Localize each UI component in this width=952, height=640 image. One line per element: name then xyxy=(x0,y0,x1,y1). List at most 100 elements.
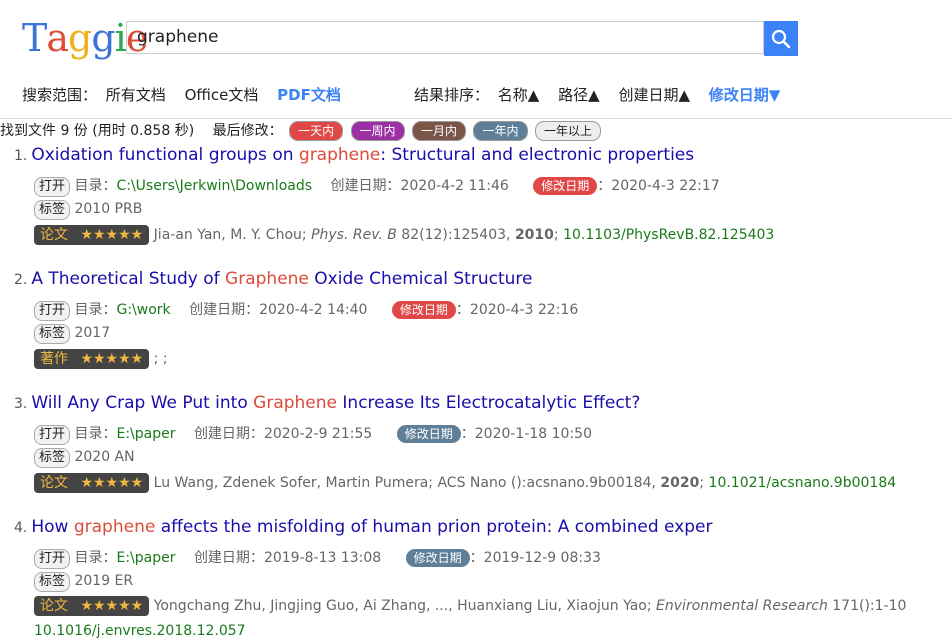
tags-button[interactable]: 标签 xyxy=(34,324,71,344)
authors: Lu Wang, Zdenek Sofer, Martin Pumera; AC… xyxy=(153,475,661,491)
title-highlight: graphene xyxy=(298,145,381,165)
journal: Environmental Research xyxy=(656,598,828,614)
result-title[interactable]: 3. Will Any Crap We Put into Graphene Inc… xyxy=(14,393,640,413)
tags-button[interactable]: 标签 xyxy=(34,200,71,220)
result-number: 1. xyxy=(14,148,28,164)
result-number: 4. xyxy=(14,520,28,536)
sort-label: 结果排序： xyxy=(414,86,490,104)
modified-badge: 修改日期 xyxy=(533,177,598,195)
search-icon xyxy=(771,29,791,49)
sort-created[interactable]: 创建日期▲ xyxy=(618,86,690,104)
tags-value: 2017 xyxy=(74,325,111,341)
title-text: Oxide Chemical Structure xyxy=(308,269,533,289)
created-label: 创建日期： xyxy=(189,302,260,318)
modified-value: 2020-1-18 10:50 xyxy=(474,426,592,442)
title-highlight: graphene xyxy=(73,517,156,537)
filter-month[interactable]: 一月内 xyxy=(412,121,467,141)
star-rating[interactable]: ★★★★★ xyxy=(80,475,143,491)
found-count: 找到文件 9 份 (用时 0.858 秒) xyxy=(0,123,195,139)
logo-letter: i xyxy=(114,16,127,60)
result-title[interactable]: 2. A Theoretical Study of Graphene Oxide … xyxy=(14,269,532,289)
sort-modified[interactable]: 修改日期▼ xyxy=(709,86,781,104)
logo-letter: g xyxy=(91,16,115,60)
dir-label: 目录： xyxy=(74,550,117,566)
star-rating[interactable]: ★★★★★ xyxy=(80,227,143,243)
doi-link[interactable]: 10.1016/j.envres.2018.12.057 xyxy=(34,623,246,639)
authors: Yongchang Zhu, Jingjing Guo, Ai Zhang, .… xyxy=(153,598,657,614)
result-title[interactable]: 4. How graphene affects the misfolding of… xyxy=(14,517,713,537)
doc-type: 著作 xyxy=(40,351,68,367)
dir-path[interactable]: E:\paper xyxy=(116,550,175,566)
tags-button[interactable]: 标签 xyxy=(34,572,71,592)
scope-pdf-docs[interactable]: PDF文档 xyxy=(277,86,341,104)
doc-type-rating: 论文 ★★★★★ xyxy=(34,596,150,616)
created-label: 创建日期： xyxy=(193,426,264,442)
year: 2020 xyxy=(660,475,700,491)
colon: ： xyxy=(597,178,612,194)
dir-path[interactable]: C:\Users\Jerkwin\Downloads xyxy=(116,178,312,194)
title-highlight: Graphene xyxy=(225,269,309,289)
modified-value: 2020-4-3 22:16 xyxy=(469,302,579,318)
year: 2010 xyxy=(514,227,554,243)
title-text: A Theoretical Study of xyxy=(31,269,226,289)
tags-value: 2020 AN xyxy=(74,449,135,465)
dir-label: 目录： xyxy=(74,178,117,194)
filter-year[interactable]: 一年内 xyxy=(473,121,528,141)
result-title[interactable]: 1. Oxidation functional groups on graphen… xyxy=(14,145,694,165)
search-input[interactable]: graphene xyxy=(126,21,764,54)
logo-letter: T xyxy=(22,16,47,60)
scope-all-docs[interactable]: 所有文档 xyxy=(106,86,166,104)
created-label: 创建日期： xyxy=(330,178,401,194)
title-text: Increase Its Electrocatalytic Effect? xyxy=(337,393,641,413)
modified-value: 2019-12-9 08:33 xyxy=(483,550,601,566)
tags-value: 2010 PRB xyxy=(74,201,143,217)
created-value: 2020-4-2 11:46 xyxy=(400,178,509,194)
doi-link[interactable]: 10.1103/PhysRevB.82.125403 xyxy=(563,227,774,243)
search-button[interactable] xyxy=(764,21,798,56)
volume: 171():1-10 xyxy=(827,598,907,614)
doc-type-rating: 著作 ★★★★★ xyxy=(34,349,150,369)
scope-bar: 搜索范围： 所有文档 Office文档 PDF文档 xyxy=(22,84,355,105)
dir-path[interactable]: G:\work xyxy=(116,302,170,318)
filter-week[interactable]: 一周内 xyxy=(350,121,405,141)
star-rating[interactable]: ★★★★★ xyxy=(80,598,143,614)
tags-button[interactable]: 标签 xyxy=(34,448,71,468)
dir-path[interactable]: E:\paper xyxy=(116,426,175,442)
sort-bar: 结果排序： 名称▲ 路径▲ 创建日期▲ 修改日期▼ xyxy=(414,84,794,105)
doc-type: 论文 xyxy=(40,475,68,491)
volume: 82(12):125403, xyxy=(396,227,515,243)
doc-type-rating: 论文 ★★★★★ xyxy=(34,473,150,493)
colon: ： xyxy=(469,550,484,566)
doc-type: 论文 xyxy=(40,598,68,614)
filter-older[interactable]: 一年以上 xyxy=(534,121,601,141)
logo-letter: a xyxy=(46,16,69,60)
open-button[interactable]: 打开 xyxy=(34,425,71,445)
title-text: : Structural and electronic properties xyxy=(380,145,695,165)
doc-type-rating: 论文 ★★★★★ xyxy=(34,225,150,245)
sort-name[interactable]: 名称▲ xyxy=(498,86,540,104)
dir-label: 目录： xyxy=(74,426,117,442)
sort-path[interactable]: 路径▲ xyxy=(558,86,600,104)
sep: ; xyxy=(553,227,564,243)
doi-link[interactable]: 10.1021/acsnano.9b00184 xyxy=(709,475,897,491)
open-button[interactable]: 打开 xyxy=(34,177,71,197)
journal: Phys. Rev. B xyxy=(311,227,397,243)
top-bar: Taggie graphene 搜索范围： 所有文档 Office文档 PDF文… xyxy=(0,0,952,119)
open-button[interactable]: 打开 xyxy=(34,549,71,569)
scope-office-docs[interactable]: Office文档 xyxy=(185,86,259,104)
dir-label: 目录： xyxy=(74,302,117,318)
created-value: 2020-4-2 14:40 xyxy=(259,302,368,318)
title-text: Will Any Crap We Put into xyxy=(31,393,254,413)
open-button[interactable]: 打开 xyxy=(34,301,71,321)
modified-value: 2020-4-3 22:17 xyxy=(611,178,720,194)
colon: ： xyxy=(460,426,475,442)
tags-value: 2019 ER xyxy=(74,573,134,589)
status-bar: 找到文件 9 份 (用时 0.858 秒) 最后修改： 一天内 一周内 一月内 … xyxy=(0,120,604,141)
star-rating[interactable]: ★★★★★ xyxy=(80,351,143,367)
filter-day[interactable]: 一天内 xyxy=(289,121,344,141)
title-text: How xyxy=(31,517,74,537)
sep: ; xyxy=(699,475,709,491)
authors: Jia-an Yan, M. Y. Chou; xyxy=(153,227,312,243)
colon: ： xyxy=(455,302,470,318)
title-highlight: Graphene xyxy=(253,393,337,413)
